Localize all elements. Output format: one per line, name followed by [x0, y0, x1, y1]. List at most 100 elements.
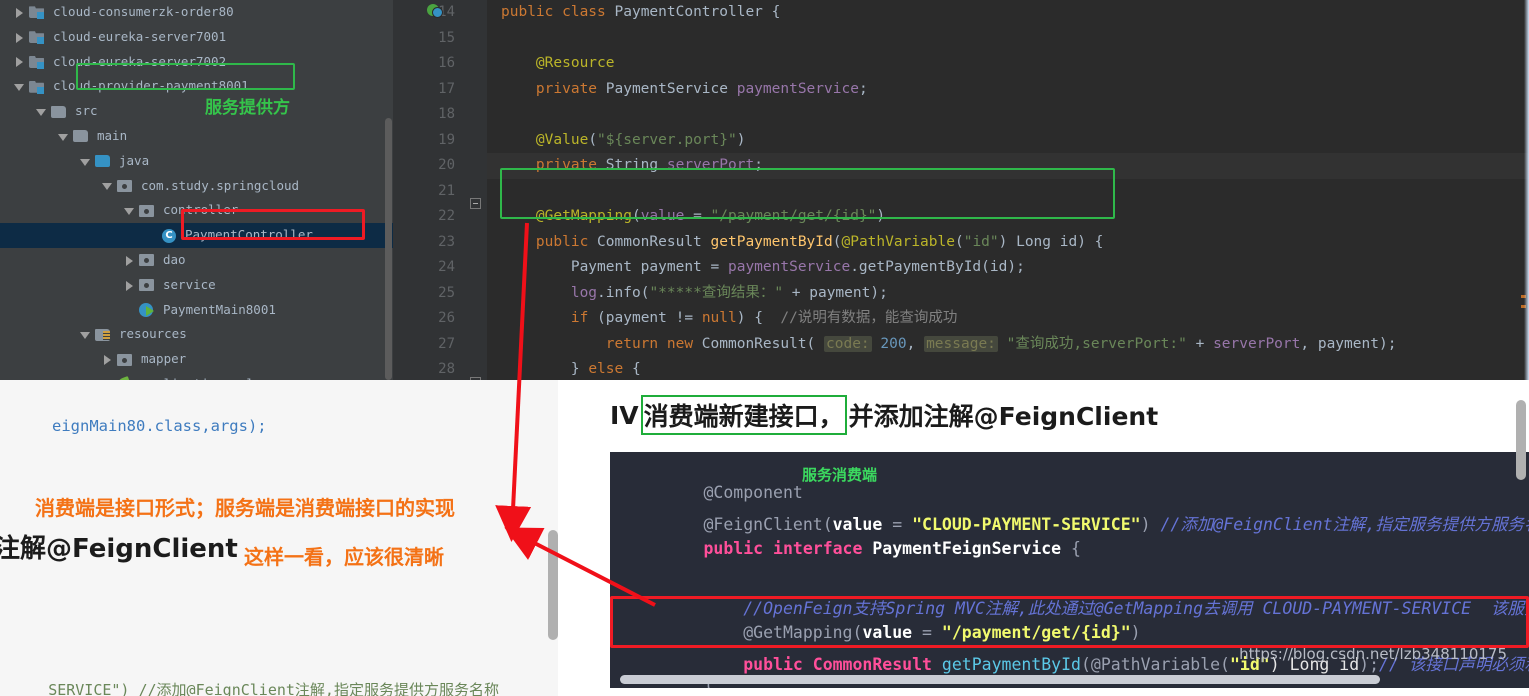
tree-item-main[interactable]: main — [0, 124, 393, 149]
chevron-right-icon[interactable] — [14, 7, 25, 18]
code-token: ) { — [736, 310, 781, 326]
code-line[interactable]: log.info("*****查询结果：" + payment); — [487, 281, 1529, 307]
code-token: "${server.port}" — [597, 131, 737, 148]
tree-item-label: com.study.springcloud — [141, 177, 300, 193]
code-token: PaymentService — [605, 80, 737, 97]
package-icon — [139, 278, 156, 292]
line-number: 21 — [438, 182, 455, 199]
line-number: 22 — [438, 208, 455, 224]
code-token: CommonResult( — [701, 335, 825, 352]
project-tree[interactable]: cloud-consumerzk-order80 cloud-eureka-ser… — [0, 0, 393, 380]
code-interface-name: PaymentFeignService — [872, 539, 1062, 558]
tree-item-label: PaymentController — [185, 227, 313, 243]
chevron-down-icon[interactable] — [58, 131, 69, 142]
chevron-down-icon[interactable] — [124, 205, 135, 216]
tree-item-java[interactable]: java — [0, 149, 393, 174]
line-number: 23 — [438, 233, 455, 250]
code-line[interactable] — [487, 102, 1529, 128]
editor-code-area[interactable]: public class PaymentController { @Resour… — [487, 0, 1529, 380]
chevron-down-icon[interactable] — [36, 106, 47, 117]
ide-window: cloud-consumerzk-order80 cloud-eureka-ser… — [0, 0, 1529, 380]
package-icon — [139, 204, 156, 218]
tree-item-service[interactable]: service — [0, 273, 393, 298]
code-line[interactable]: private PaymentService paymentService; — [487, 77, 1529, 103]
tree-item-cloud-consumerzk-order80[interactable]: cloud-consumerzk-order80 — [0, 0, 393, 25]
code-line[interactable]: public class PaymentController { — [487, 0, 1529, 26]
chevron-right-icon[interactable] — [14, 56, 25, 68]
code-line[interactable]: @GetMapping(value = "/payment/get/{id}") — [487, 204, 1529, 230]
code-line[interactable] — [487, 26, 1529, 52]
left-doc-scrollbar[interactable] — [548, 530, 558, 640]
tree-item-cloud-provider-payment8001[interactable]: cloud-provider-payment8001 — [0, 74, 393, 99]
code-token: value — [640, 208, 685, 224]
page-scrollbar[interactable] — [1516, 400, 1526, 480]
code-token: String — [605, 157, 667, 173]
code-line[interactable]: @Value("${server.port}") — [487, 128, 1529, 154]
code-editor[interactable]: 141516171819202122232425262728293031 pub… — [393, 0, 1529, 380]
editor-fold-column[interactable] — [465, 0, 487, 380]
code-line[interactable]: @Resource — [487, 51, 1529, 77]
code-line[interactable]: Payment payment = paymentService.getPaym… — [487, 255, 1529, 281]
code-token: //说明有数据，能查询成功 — [780, 310, 958, 326]
code-token: private — [535, 80, 606, 97]
code-token: , payment); — [1300, 335, 1397, 352]
mod-icon — [29, 30, 46, 45]
tree-item-cloud-eureka-server7002[interactable]: cloud-eureka-server7002 — [0, 50, 393, 75]
left-code-text-2: SERVICE") //添加@FeignClient注解,指定服务提供方服务名称 — [48, 681, 499, 696]
line-number: 25 — [438, 284, 455, 301]
tree-item-resources[interactable]: resources — [0, 322, 393, 347]
code-line[interactable]: } else { — [487, 357, 1529, 380]
fold-handle-method[interactable] — [470, 198, 481, 209]
chevron-right-icon[interactable] — [14, 32, 25, 43]
annotation-orange-1: 消费端是接口形式；服务端是消费端接口的实现 — [35, 496, 455, 520]
code-token: serverPort — [1213, 335, 1301, 352]
spring-bean-gutter-icon[interactable] — [426, 2, 443, 18]
tree-item-cloud-eureka-server7001[interactable]: cloud-eureka-server7001 — [0, 25, 393, 50]
left-doc-pane[interactable]: eignMain80.class,args); 消费端是接口形式；服务端是消费端… — [0, 380, 558, 696]
tree-item-src[interactable]: src — [0, 99, 393, 124]
code-line[interactable] — [487, 179, 1529, 205]
chevron-down-icon[interactable] — [102, 180, 113, 191]
tree-item-paymentmain8001[interactable]: PaymentMain8001 — [0, 298, 393, 323]
chevron-down-icon[interactable] — [80, 329, 91, 340]
tree-item-label: src — [75, 103, 98, 119]
code-token: ; — [754, 157, 763, 173]
code-line[interactable]: return new CommonResult( code: 200, mess… — [487, 332, 1529, 358]
code-line[interactable]: if (payment != null) { //说明有数据，能查询成功 — [487, 306, 1529, 332]
page-right-edge — [1524, 0, 1529, 380]
feign-code-block[interactable]: @Component 服务消费端 @FeignClient(value = "C… — [610, 452, 1529, 688]
mod-icon — [29, 55, 46, 69]
code-token: ) Long id) { — [998, 233, 1104, 250]
chevron-down-icon[interactable] — [14, 81, 25, 92]
code-token: PaymentController — [614, 4, 763, 20]
code-line[interactable]: private String serverPort; — [487, 153, 1529, 179]
right-doc-pane[interactable]: IV 消费端新建接口， 并添加注解@FeignClient @Component… — [558, 380, 1529, 696]
code-token: { — [631, 361, 641, 377]
tree-item-mapper[interactable]: mapper — [0, 347, 393, 372]
line-number: 17 — [438, 80, 455, 97]
tree-item-application-yml[interactable]: application.yml — [0, 372, 393, 380]
code-token: ) — [736, 131, 746, 148]
tree-item-com-study-springcloud[interactable]: com.study.springcloud — [0, 174, 393, 199]
code-token: class — [562, 4, 615, 20]
code-line[interactable]: public CommonResult getPaymentById (@Path… — [487, 230, 1529, 256]
code-token: ) — [876, 208, 886, 224]
chevron-down-icon[interactable] — [80, 156, 91, 167]
tree-item-label: PaymentMain8001 — [163, 301, 276, 317]
code-token: @Value — [501, 131, 589, 148]
tree-item-controller[interactable]: controller — [0, 198, 393, 223]
chevron-right-icon[interactable] — [124, 280, 135, 291]
project-tree-scrollbar[interactable] — [385, 118, 392, 380]
tree-item-paymentcontroller[interactable]: PaymentController — [0, 223, 393, 248]
tree-item-dao[interactable]: dao — [0, 248, 393, 273]
code-token: public — [501, 4, 563, 20]
code-block-horizontal-scrollbar[interactable] — [620, 675, 1380, 684]
chevron-right-icon[interactable] — [102, 354, 113, 366]
left-code-text-1: eignMain80.class,args); — [52, 417, 267, 435]
chevron-right-icon[interactable] — [124, 255, 135, 266]
code-token: message: — [924, 335, 998, 352]
